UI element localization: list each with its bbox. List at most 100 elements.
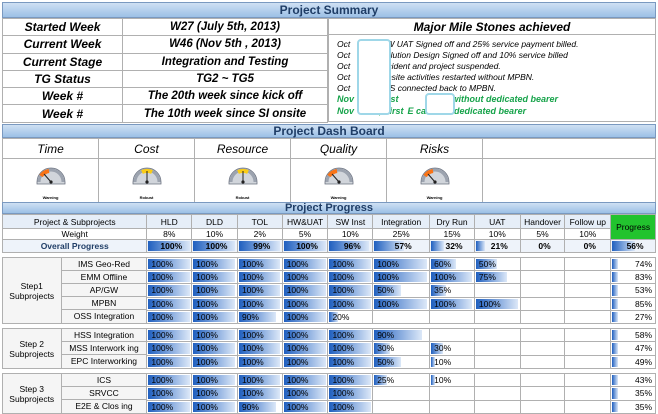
progress-value	[565, 299, 569, 309]
progress-cell: 100%	[146, 399, 193, 414]
summary-value: W27 (July 5th, 2013)	[122, 17, 328, 37]
progress-value	[521, 375, 525, 385]
progress-cell	[564, 270, 612, 285]
progress-cell: 100%	[191, 296, 238, 311]
progress-cell: 90%	[372, 327, 431, 343]
progress-value: 90%	[241, 311, 259, 322]
progress-value: 100%	[196, 259, 218, 270]
progress-cell: 100%	[236, 386, 283, 401]
progress-cell: 100%	[327, 256, 374, 272]
overall-label: Overall Progress	[1, 239, 148, 253]
progress-cell: 100%	[281, 399, 329, 414]
progress-cell	[564, 399, 612, 414]
progress-cell: 30%	[429, 341, 475, 356]
progress-value	[565, 312, 569, 322]
overall-value: 100%	[160, 241, 183, 251]
progress-value	[565, 343, 569, 353]
column-header: Progress	[610, 214, 656, 240]
summary-row: TG Status TG2 ~ TG5	[2, 69, 328, 89]
milestone-text: Incident and project suspended.	[380, 61, 501, 71]
total-progress-value: 43%	[634, 375, 652, 386]
progress-value: 100%	[241, 330, 264, 341]
gauge-cell: Warning	[2, 158, 99, 203]
subproject-name: OSS Integration	[73, 311, 135, 321]
total-progress-cell: 43%	[610, 372, 656, 388]
total-progress-value: 49%	[634, 356, 652, 367]
gauge-icon	[324, 167, 353, 184]
progress-cell: 100%	[429, 270, 475, 285]
total-progress-cell: 35%	[610, 386, 656, 401]
progress-value: 75%	[478, 272, 496, 283]
gauge-icon	[228, 167, 257, 184]
progress-cell	[473, 327, 521, 343]
column-header: Project & Subprojects	[1, 214, 148, 229]
gauge-icon	[420, 167, 449, 184]
progress-value: 90%	[241, 401, 259, 412]
milestone-month: Oct	[337, 72, 351, 82]
total-progress-cell: 53%	[610, 283, 656, 298]
progress-value: 100%	[332, 343, 355, 354]
milestone-month: Oct	[337, 61, 351, 71]
progress-cell: 25%	[372, 372, 431, 388]
progress-cell	[473, 372, 521, 388]
total-progress-cell: 47%	[610, 341, 656, 356]
progress-cell: 100%	[236, 270, 283, 285]
progress-value: 100%	[151, 259, 174, 270]
progress-value: 100%	[196, 356, 218, 367]
progress-cell: 20%	[327, 309, 374, 325]
progress-cell: 100%	[236, 354, 283, 370]
progress-fill	[612, 401, 619, 412]
step-label: Step 3 Subprojects	[9, 383, 55, 404]
overall-cell: 0%	[519, 239, 566, 253]
progress-cell: 100%	[191, 256, 238, 272]
gauge-cell: Robust	[194, 158, 291, 203]
overall-cell: 96%	[327, 239, 374, 253]
total-progress-cell: 83%	[610, 270, 656, 285]
gauge-icon	[36, 167, 65, 184]
progress-value: 100%	[196, 388, 218, 399]
progress-value	[475, 402, 479, 412]
milestone-month: Oct	[337, 50, 351, 60]
progress-value: 100%	[286, 401, 309, 412]
step-group: Step 2 Subprojects HSS Integration MSS In…	[1, 328, 148, 369]
progress-cell: 100%	[146, 283, 193, 298]
progress-cell	[519, 372, 566, 388]
progress-cell: 50%	[372, 354, 431, 370]
total-progress-value: 27%	[634, 311, 652, 322]
overall-value: 0%	[583, 241, 596, 251]
progress-cell: 100%	[281, 386, 329, 401]
step-label: Step1 Subprojects	[9, 280, 55, 301]
progress-value: 100%	[196, 285, 218, 296]
progress-value	[521, 285, 525, 295]
column-header: DLD	[191, 214, 238, 229]
progress-cell: 30%	[372, 341, 431, 356]
progress-cell: 100%	[281, 270, 329, 285]
progress-cell	[372, 399, 431, 414]
progress-value: 100%	[377, 259, 399, 270]
progress-value: 100%	[196, 311, 218, 322]
progress-value: 100%	[151, 298, 174, 309]
column-header: Follow up	[564, 214, 612, 229]
progress-value	[565, 375, 569, 385]
progress-value	[430, 402, 434, 412]
total-progress-cell: 58%	[610, 327, 656, 343]
progress-value: 100%	[286, 375, 309, 386]
milestone-month: Oct	[337, 83, 351, 93]
progress-value	[373, 388, 377, 398]
summary-value: TG2 ~ TG5	[122, 69, 328, 89]
progress-fill	[612, 311, 619, 322]
gauge-icon	[132, 167, 161, 184]
step-label: Step 2 Subprojects	[9, 338, 55, 359]
progress-fill	[612, 330, 619, 341]
progress-value: 50%	[377, 356, 395, 367]
progress-fill	[475, 241, 485, 251]
weight-value: 10%	[191, 228, 238, 240]
gauge-state: Warning	[426, 194, 443, 200]
summary-value: Integration and Testing	[122, 52, 328, 71]
progress-cell: 100%	[146, 256, 193, 272]
progress-value	[565, 285, 569, 295]
summary-row: Current Week W46 (Nov 5th , 2013)	[2, 35, 328, 54]
progress-value: 50%	[377, 285, 395, 296]
progress-fill	[612, 388, 619, 399]
progress-cell: 100%	[191, 372, 238, 388]
